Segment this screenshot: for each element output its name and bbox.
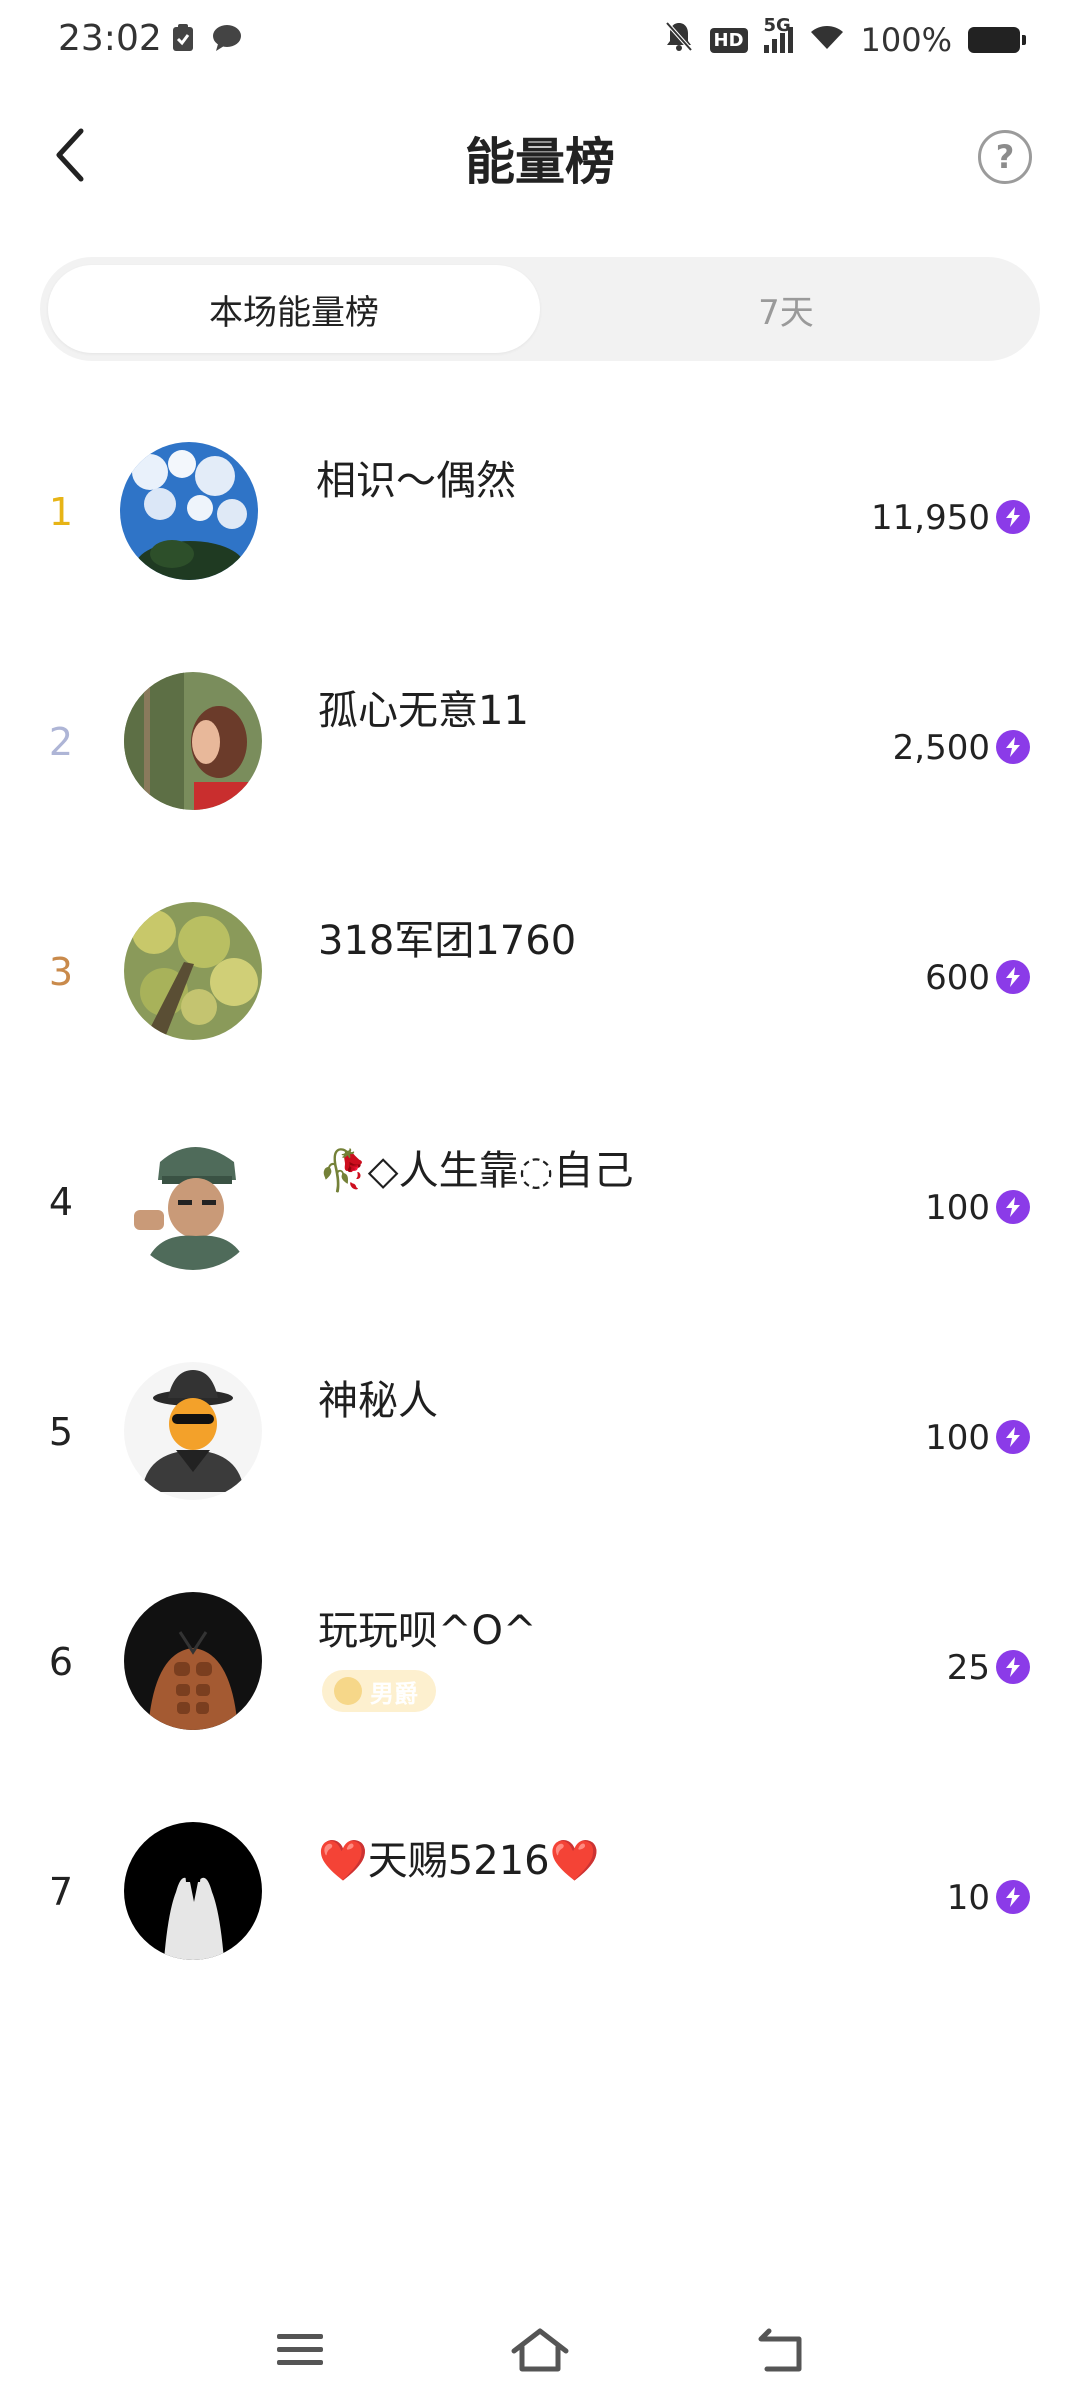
ranking-row[interactable]: 6 玩玩呗^O^ 男爵 25 (0, 1570, 1080, 1760)
page-title: 能量榜 (465, 133, 615, 191)
status-bar: 23:02 HD 5G 100% (0, 0, 1080, 84)
lightning-bolt-icon (996, 1420, 1030, 1454)
question-icon: ? (995, 138, 1015, 176)
user-name: 孤心无意11 (318, 688, 529, 734)
rank-number: 5 (48, 1410, 74, 1454)
menu-button[interactable] (260, 2320, 340, 2380)
rank-number: 1 (48, 490, 74, 534)
badge-label: 男爵 (370, 1679, 418, 1708)
rank-number: 7 (48, 1870, 74, 1914)
battery-label: 100% (860, 21, 952, 59)
avatar[interactable] (124, 1822, 262, 1960)
tab-current-session[interactable]: 本场能量榜 (48, 265, 540, 353)
home-icon (511, 2328, 569, 2372)
status-time: 23:02 (58, 18, 162, 59)
energy-score: 100 (925, 1418, 990, 1458)
system-nav-bar (0, 2300, 1080, 2390)
header: 能量榜 ? (0, 100, 1080, 210)
home-button[interactable] (500, 2320, 580, 2380)
avatar[interactable] (124, 672, 262, 810)
ranking-row[interactable]: 3 318军团1760 600 (0, 880, 1080, 1070)
rank-number: 3 (48, 950, 74, 994)
back-nav-button[interactable] (740, 2320, 820, 2380)
badge-icon (334, 1677, 362, 1705)
lightning-bolt-icon (996, 500, 1030, 534)
user-name: 玩玩呗^O^ (318, 1608, 537, 1654)
ranking-row[interactable]: 5 神秘人 100 (0, 1340, 1080, 1530)
mute-bell-icon (664, 20, 694, 60)
avatar[interactable] (124, 1592, 262, 1730)
rank-badge: 男爵 (322, 1670, 436, 1712)
chat-bubble-icon (212, 24, 242, 56)
back-icon (758, 2328, 802, 2372)
rank-number: 6 (48, 1640, 74, 1684)
clipboard-check-icon (172, 24, 194, 56)
battery-icon (968, 27, 1026, 53)
lightning-bolt-icon (996, 1880, 1030, 1914)
energy-score: 100 (925, 1188, 990, 1228)
lightning-bolt-icon (996, 730, 1030, 764)
user-name: ❤️天赐5216❤️ (318, 1838, 600, 1884)
avatar[interactable] (124, 1362, 262, 1500)
energy-score: 25 (946, 1648, 990, 1688)
energy-score: 600 (925, 958, 990, 998)
tab-7-days[interactable]: 7天 (540, 265, 1032, 353)
wifi-icon (809, 21, 845, 59)
avatar[interactable] (124, 1132, 262, 1270)
ranking-row[interactable]: 2 孤心无意11 2,500 (0, 650, 1080, 840)
help-button[interactable]: ? (978, 130, 1032, 184)
ranking-row[interactable]: 7 ❤️天赐5216❤️ 10 (0, 1800, 1080, 1990)
hd-badge: HD (709, 27, 748, 53)
energy-score: 11,950 (871, 498, 990, 538)
user-name: 相识～偶然 (316, 458, 516, 504)
tab-switcher: 本场能量榜 7天 (40, 257, 1040, 361)
lightning-bolt-icon (996, 1190, 1030, 1224)
menu-icon (277, 2334, 323, 2365)
avatar[interactable] (124, 902, 262, 1040)
lightning-bolt-icon (996, 1650, 1030, 1684)
user-name: 🥀◇人生靠◌自己 (318, 1148, 634, 1194)
signal-icon: 5G (763, 15, 793, 53)
rank-number: 4 (48, 1180, 74, 1224)
energy-score: 2,500 (892, 728, 990, 768)
lightning-bolt-icon (996, 960, 1030, 994)
avatar[interactable] (120, 442, 258, 580)
status-left-icons (172, 24, 242, 56)
ranking-row[interactable]: 1 相识～偶然 11,950 (0, 420, 1080, 610)
energy-score: 10 (946, 1878, 990, 1918)
rank-number: 2 (48, 720, 74, 764)
user-name: 神秘人 (318, 1378, 438, 1424)
status-right-icons: HD 5G 100% (664, 15, 1026, 60)
user-name: 318军团1760 (318, 918, 577, 964)
ranking-row[interactable]: 4 🥀◇人生靠◌自己 100 (0, 1110, 1080, 1300)
